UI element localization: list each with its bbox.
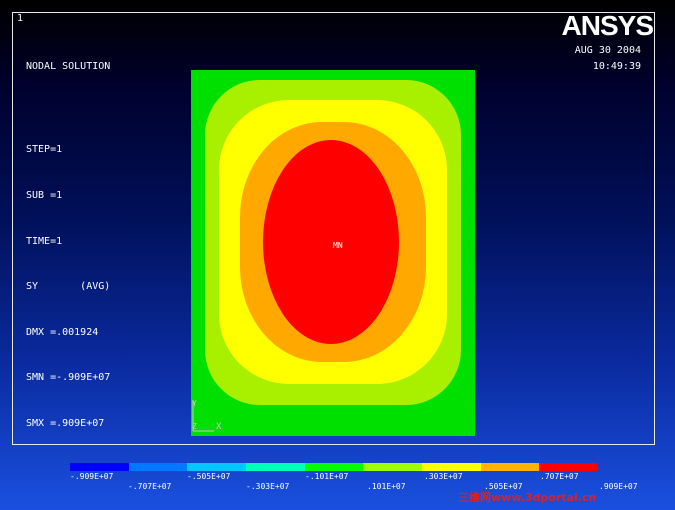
info-time: TIME=1 <box>26 235 63 247</box>
legend-label-top-1: -.909E+07 <box>70 472 114 481</box>
legend-swatch-9 <box>539 463 599 471</box>
axis-y-label: Y <box>192 399 197 408</box>
solution-info-block: NODAL SOLUTION STEP=1 SUB =1 TIME=1 SY (… <box>26 29 110 446</box>
ansys-logo: ANSYS <box>561 10 654 41</box>
info-sy: SY (AVG) <box>26 281 111 293</box>
legend-swatch-8 <box>480 463 540 471</box>
info-smx: SMX =.909E+07 <box>26 417 105 429</box>
legend-swatch-5 <box>304 463 364 471</box>
min-marker: MN <box>333 241 343 250</box>
legend-label-top-2: -.505E+07 <box>187 472 231 481</box>
color-legend-bar <box>70 463 599 471</box>
info-title: NODAL SOLUTION <box>26 61 111 73</box>
legend-label-bottom-1: -.707E+07 <box>128 482 172 491</box>
legend-swatch-7 <box>422 463 481 471</box>
legend-swatch-2 <box>128 463 188 471</box>
window-number: 1 <box>17 13 24 24</box>
legend-label-bottom-5: .909E+07 <box>599 482 638 491</box>
info-dmx: DMX =.001924 <box>26 326 99 338</box>
info-smn: SMN =-.909E+07 <box>26 372 111 384</box>
contour-band-red <box>263 140 399 344</box>
legend-label-bottom-2: -.303E+07 <box>246 482 290 491</box>
legend-swatch-1 <box>70 463 129 471</box>
watermark: 三维网www.3dportal.cn <box>458 491 597 504</box>
legend-label-top-3: -.101E+07 <box>305 472 349 481</box>
legend-swatch-6 <box>363 463 423 471</box>
legend-label-top-5: .707E+07 <box>540 472 579 481</box>
contour-plot <box>191 70 475 436</box>
date-stamp: AUG 30 2004 <box>574 45 641 56</box>
axis-x-label: X <box>216 422 222 432</box>
legend-label-top-4: .303E+07 <box>424 472 463 481</box>
axis-z-label: Z <box>192 422 197 431</box>
info-step: STEP=1 <box>26 144 63 156</box>
info-sub: SUB =1 <box>26 190 63 201</box>
legend-swatch-3 <box>187 463 247 471</box>
legend-label-bottom-3: .101E+07 <box>367 482 406 491</box>
contour-svg <box>191 70 475 436</box>
time-stamp: 10:49:39 <box>592 61 641 72</box>
legend-swatch-4 <box>246 463 305 471</box>
